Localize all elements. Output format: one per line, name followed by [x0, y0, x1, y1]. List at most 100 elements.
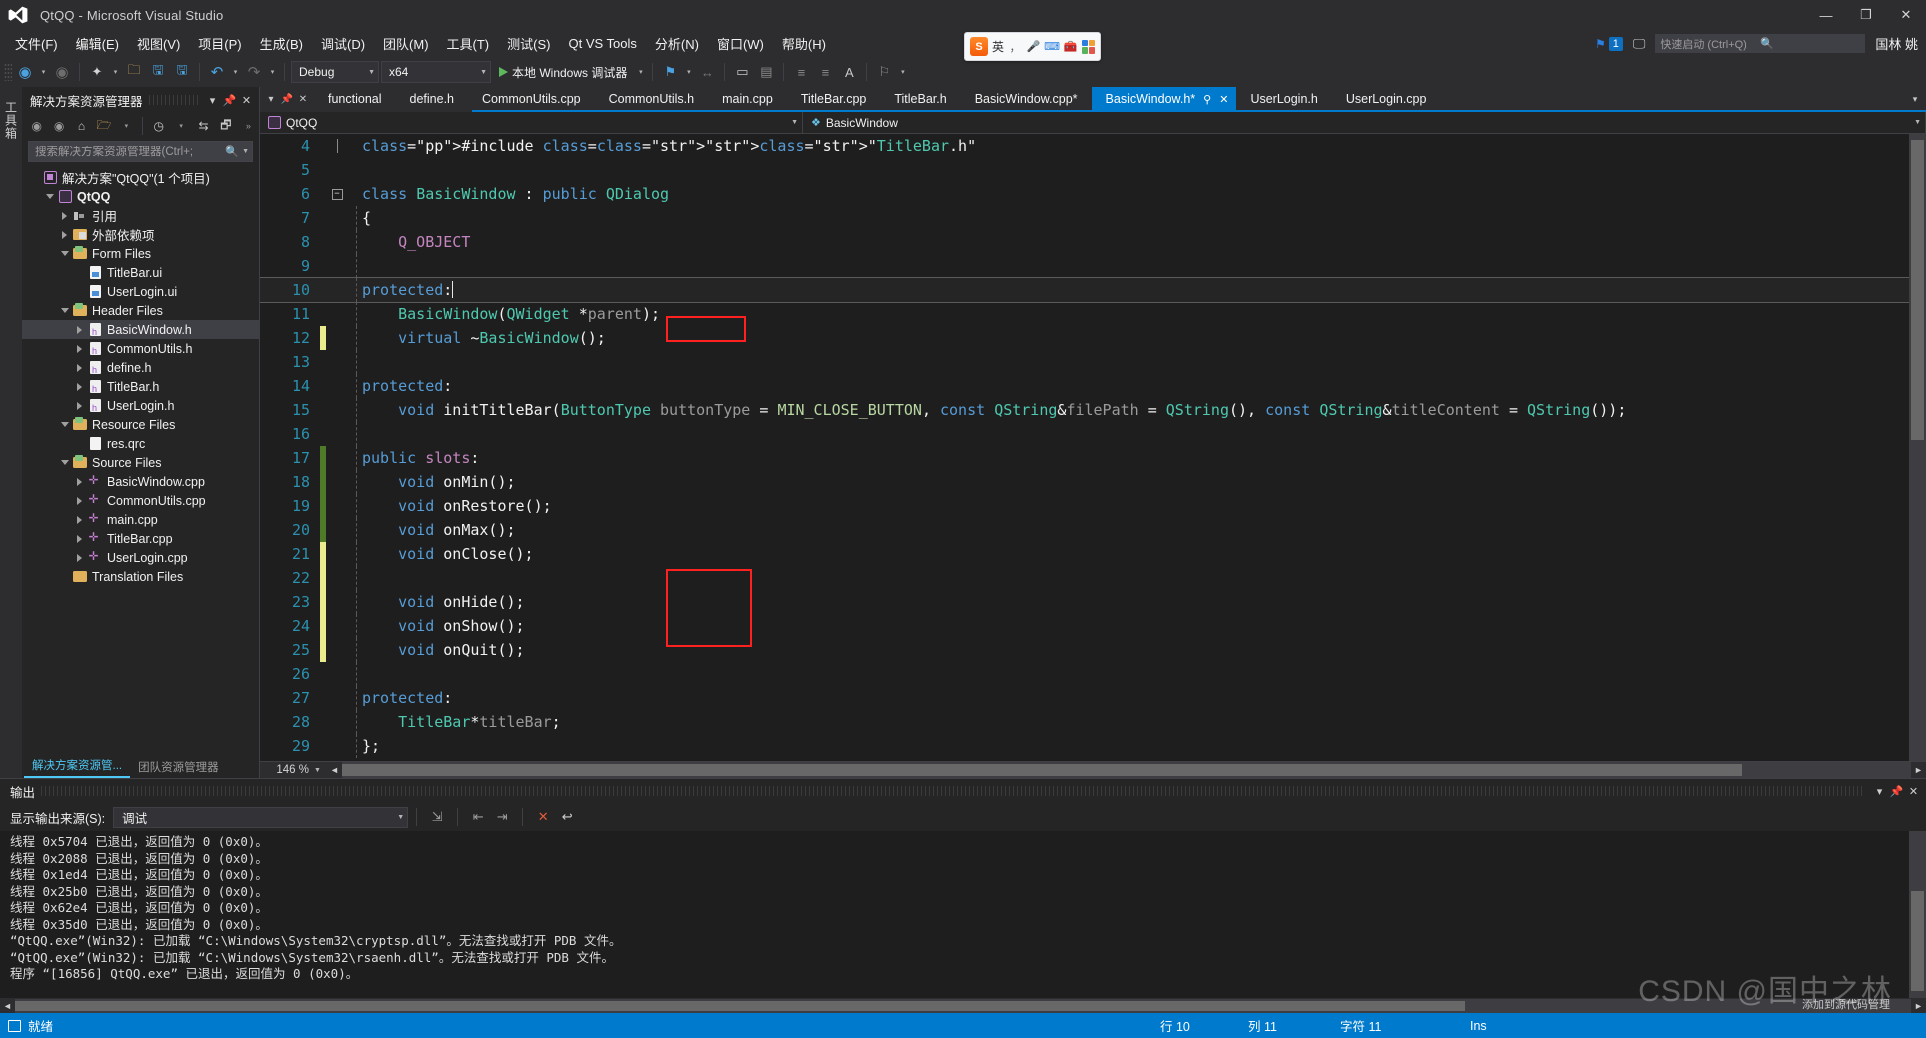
attach-icon[interactable]: ⚑ — [659, 61, 681, 83]
microphone-icon[interactable]: 🎤 — [1026, 39, 1041, 54]
editor-tab[interactable]: define.h — [396, 87, 468, 112]
editor-tab[interactable]: BasicWindow.cpp* — [961, 87, 1092, 112]
menu-analyze[interactable]: 分析(N) — [646, 30, 708, 57]
navigate-forward-icon[interactable]: ◉ — [51, 61, 73, 83]
expander-collapsed-icon[interactable] — [58, 211, 71, 220]
solution-configuration-combo[interactable]: Debug ▼ — [291, 61, 379, 83]
panel-menu-icon[interactable]: ▾ — [1871, 782, 1888, 800]
editor-tabs[interactable]: functional define.h CommonUtils.cpp CommonU… — [314, 87, 1908, 112]
outdent-icon[interactable]: ≡ — [790, 61, 812, 83]
home-icon[interactable]: ⌂ — [71, 115, 92, 137]
thread-marker-icon[interactable]: ↔ — [696, 61, 718, 83]
attach-dropdown-icon[interactable]: ▾ — [683, 61, 694, 83]
keyboard-icon[interactable]: ⌨ — [1044, 39, 1060, 54]
output-body[interactable]: 线程 0x5704 已退出，返回值为 0 (0x0)。 线程 0x2088 已退出… — [0, 831, 1926, 998]
show-all-files-dropdown-icon[interactable]: ▾ — [116, 115, 137, 137]
comment-icon[interactable]: ▤ — [755, 61, 777, 83]
start-debug-dropdown-icon[interactable]: ▾ — [635, 61, 646, 83]
properties-icon[interactable]: 🗗 — [215, 115, 236, 137]
tree-item[interactable]: QtQQ — [22, 187, 259, 206]
scroll-left-icon[interactable]: ◄ — [0, 1001, 15, 1011]
sync-with-active-document-icon[interactable]: ⇆ — [193, 115, 214, 137]
expander-collapsed-icon[interactable] — [73, 325, 86, 334]
editor-vertical-scrollbar[interactable] — [1909, 134, 1926, 761]
ime-mode-label[interactable]: 英 — [992, 38, 1004, 55]
se-overflow-icon[interactable]: » — [238, 115, 259, 137]
menu-debug[interactable]: 调试(D) — [312, 30, 374, 57]
expander-expanded-icon[interactable] — [58, 422, 71, 427]
expander-collapsed-icon[interactable] — [73, 477, 86, 486]
toolbox-tab[interactable]: 工具箱 — [3, 95, 20, 146]
code-line[interactable]: 7{ — [260, 206, 1909, 230]
horizontal-scroll-thumb[interactable] — [341, 764, 1742, 776]
search-options-chevron-icon[interactable]: ▼ — [242, 148, 249, 155]
horizontal-scroll-track[interactable] — [341, 762, 1911, 778]
save-icon[interactable]: 🖫 — [147, 61, 169, 83]
code-line[interactable]: 23 void onHide(); — [260, 590, 1909, 614]
back-icon[interactable]: ◉ — [26, 115, 47, 137]
tree-item[interactable]: Header Files — [22, 301, 259, 320]
ime-apps-icon[interactable] — [1081, 39, 1096, 54]
expander-collapsed-icon[interactable] — [73, 344, 86, 353]
quick-launch-box[interactable]: 快速启动 (Ctrl+Q) 🔍 — [1655, 34, 1866, 53]
show-all-files-icon[interactable]: 🗁 — [93, 115, 114, 137]
code-line[interactable]: 18 void onMin(); — [260, 470, 1909, 494]
save-all-icon[interactable]: 🖫 — [171, 61, 193, 83]
go-to-next-message-icon[interactable]: ⇥ — [490, 806, 514, 828]
code-line[interactable]: 22 — [260, 566, 1909, 590]
open-file-icon[interactable]: 🗀 — [123, 61, 145, 83]
code-line[interactable]: 16 — [260, 422, 1909, 446]
new-project-dropdown-icon[interactable]: ▾ — [110, 61, 121, 83]
tree-item[interactable]: res.qrc — [22, 434, 259, 453]
code-line[interactable]: 29}; — [260, 734, 1909, 758]
zoom-dropdown-icon[interactable]: ▼ — [312, 767, 327, 774]
code-surface[interactable]: 4 class="pp">#include class=class="str">"… — [260, 134, 1909, 761]
expander-expanded-icon[interactable] — [43, 194, 56, 199]
menu-team[interactable]: 团队(M) — [374, 30, 438, 57]
redo-icon[interactable]: ↷ — [243, 61, 265, 83]
zoom-level[interactable]: 146 % — [260, 762, 312, 778]
expander-collapsed-icon[interactable] — [73, 382, 86, 391]
tree-item[interactable]: TitleBar.cpp — [22, 529, 259, 548]
expander-collapsed-icon[interactable] — [73, 363, 86, 372]
menu-tools[interactable]: 工具(T) — [438, 30, 499, 57]
menu-view[interactable]: 视图(V) — [128, 30, 189, 57]
expander-collapsed-icon[interactable] — [73, 401, 86, 410]
toolbox-icon[interactable]: 🧰 — [1064, 39, 1078, 54]
notifications-badge[interactable]: ⚑ 1 — [1595, 36, 1623, 51]
code-line[interactable]: 12 virtual ~BasicWindow(); — [260, 326, 1909, 350]
tree-item[interactable]: TitleBar.ui — [22, 263, 259, 282]
output-vertical-scrollbar[interactable] — [1909, 831, 1926, 998]
code-line[interactable]: 20 void onMax(); — [260, 518, 1909, 542]
tree-item[interactable]: Resource Files — [22, 415, 259, 434]
find-icon[interactable]: A — [838, 61, 860, 83]
maximize-button[interactable]: ❐ — [1846, 0, 1886, 30]
pin-icon[interactable]: 📌 — [221, 91, 238, 109]
editor-tab[interactable]: UserLogin.h — [1236, 87, 1331, 112]
tree-item[interactable]: Source Files — [22, 453, 259, 472]
expander-collapsed-icon[interactable] — [73, 553, 86, 562]
redo-dropdown-icon[interactable]: ▾ — [267, 61, 278, 83]
fold-margin[interactable] — [326, 139, 348, 153]
find-message-icon[interactable]: ⇲ — [425, 806, 449, 828]
type-scope-combo[interactable]: ❖ BasicWindow ▼ — [803, 111, 1926, 134]
code-editor[interactable]: 4 class="pp">#include class=class="str">"… — [260, 134, 1926, 761]
solution-explorer-search[interactable]: 🔍 ▼ — [28, 141, 253, 162]
menu-help[interactable]: 帮助(H) — [773, 30, 835, 57]
tab-list-chevron-icon[interactable]: ▾ — [264, 89, 278, 111]
tree-item[interactable]: CommonUtils.h — [22, 339, 259, 358]
tree-item[interactable]: define.h — [22, 358, 259, 377]
search-icon[interactable]: 🔍 — [222, 145, 242, 158]
pending-changes-dropdown-icon[interactable]: ▾ — [170, 115, 191, 137]
navigate-backward-icon[interactable]: ◉ — [14, 61, 36, 83]
scroll-right-icon[interactable]: ► — [1911, 765, 1926, 775]
start-debug-button[interactable]: 本地 Windows 调试器 — [493, 61, 633, 83]
tree-item[interactable]: BasicWindow.cpp — [22, 472, 259, 491]
code-line[interactable]: 28 TitleBar*titleBar; — [260, 710, 1909, 734]
code-line[interactable]: 14 protected: — [260, 374, 1909, 398]
tree-item[interactable]: UserLogin.cpp — [22, 548, 259, 567]
panel-menu-icon[interactable]: ▾ — [204, 91, 221, 109]
close-tab-icon[interactable]: ✕ — [1219, 93, 1228, 106]
scroll-left-icon[interactable]: ◄ — [327, 765, 342, 775]
clear-all-icon[interactable]: ✕ — [531, 806, 555, 828]
